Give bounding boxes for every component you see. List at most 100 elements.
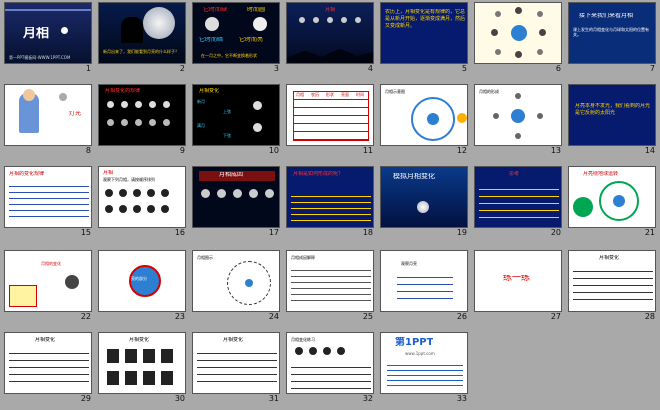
slide-thumbnail-32[interactable]: 月相变化练习 (286, 332, 374, 394)
slide-thumbnail-30[interactable]: 月相变化 (98, 332, 186, 394)
slide-number: 3 (273, 64, 279, 73)
moon-icon (253, 17, 267, 31)
slide-title: 月相是如何形成的呢？ (293, 171, 344, 177)
slide-cell: 月相变化 31 (192, 332, 283, 404)
slide-thumbnail-18[interactable]: 月相是如何形成的呢？ (286, 166, 374, 228)
slide-text: 月相的变化规律 (9, 171, 45, 177)
phase-label: 它时而缺 (203, 7, 228, 13)
moon-icon (515, 93, 521, 99)
slide-thumbnail-23[interactable]: 亮的部分 (98, 250, 186, 312)
slide-number: 29 (80, 394, 91, 403)
slide-thumbnail-4[interactable]: 月相 (286, 2, 374, 64)
text-lines (197, 347, 277, 387)
slide-title: 月相 (23, 27, 50, 41)
table-header: 农历 (311, 92, 319, 97)
slide-text: 月相变化练习 (291, 337, 315, 342)
moon-photo (143, 349, 155, 363)
phase-label: 上弦 (223, 109, 231, 114)
slide-thumbnail-21[interactable]: 月亮绕地球运转 (568, 166, 656, 228)
slide-text: 月相图示 (197, 255, 213, 260)
slide-thumbnail-25[interactable]: 月相成因解释 (286, 250, 374, 312)
slide-thumbnail-3[interactable]: 它时而缺 时而圆 它时而暗 它时而亮 在一月之中，它不断变换着形状 (192, 2, 280, 64)
slide-number: 25 (362, 312, 373, 321)
slide-cell: 观察月亮 26 (380, 250, 471, 322)
slide-thumbnail-13[interactable]: 月相的形成 (474, 84, 562, 146)
moon-photo (161, 349, 173, 363)
phase-label: 满月 (197, 123, 205, 128)
slide-footer: 在一月之中，它不断变换着形状 (201, 53, 257, 58)
earth-icon (511, 25, 527, 41)
text-lines (397, 271, 453, 299)
slide-text: 新月出来了，我们能看到月亮的什么样子？ (103, 49, 179, 54)
slide-thumbnail-29[interactable]: 月相变化 (4, 332, 92, 394)
slide-thumbnail-6[interactable] (474, 2, 562, 64)
text-lines (291, 191, 371, 223)
slide-cell: 月亮绕地球运转 21 (568, 166, 659, 238)
earth-icon (427, 113, 439, 125)
slide-number: 5 (461, 64, 467, 73)
moon-icon (119, 205, 127, 213)
slide-number: 13 (550, 146, 561, 155)
earth-icon (245, 279, 253, 287)
slide-sorter: 月相 第一PPT模板网-WWW.1PPT.COM 1 新月出来了，我们能看到月亮… (0, 0, 660, 410)
slide-number: 15 (80, 228, 91, 237)
slide-number: 1 (85, 64, 91, 73)
text-lines (573, 265, 653, 305)
phase-label: 时而圆 (247, 7, 266, 13)
moon-icon (495, 49, 501, 55)
slide-title: 月相变化的规律 (105, 88, 141, 94)
slide-title: 接下来我们来看月相 (579, 13, 634, 19)
slide-thumbnail-15[interactable]: 月相的变化规律 (4, 166, 92, 228)
slide-thumbnail-14[interactable]: 月亮本身不发光，我们看到的月光是它反射的太阳光 (568, 84, 656, 146)
moon-icon (119, 189, 127, 197)
slide-cell: 亮的部分 23 (98, 250, 189, 322)
slide-cell: 模拟月相变化 19 (380, 166, 471, 238)
slide-thumbnail-16[interactable]: 月相 观察下列月相，请按顺序排列 (98, 166, 186, 228)
slide-title: 月相变化 (129, 337, 150, 343)
moon-icon (205, 17, 219, 31)
slide-cell: 6 (474, 2, 565, 74)
slide-thumbnail-24[interactable]: 月相图示 (192, 250, 280, 312)
moon-icon (491, 29, 498, 36)
slide-thumbnail-12[interactable]: 月相示意图 (380, 84, 468, 146)
slide-thumbnail-17[interactable]: 月相成因 (192, 166, 280, 228)
slide-number: 6 (555, 64, 561, 73)
slide-thumbnail-19[interactable]: 模拟月相变化 (380, 166, 468, 228)
slide-text: 月相成因解释 (291, 255, 315, 260)
slide-thumbnail-33[interactable]: 第1PPT www.1ppt.com (380, 332, 468, 394)
table-header: 形状 (326, 92, 334, 97)
slide-thumbnail-27[interactable]: 练一练 (474, 250, 562, 312)
slide-thumbnail-28[interactable]: 月相变化 (568, 250, 656, 312)
moon-icon (147, 205, 155, 213)
slide-cell: 月亮本身不发光，我们看到的月光是它反射的太阳光 14 (568, 84, 659, 156)
slide-thumbnail-22[interactable]: 月相的变化 (4, 250, 92, 312)
slide-thumbnail-10[interactable]: 月相变化 新月 上弦 满月 下弦 (192, 84, 280, 146)
slide-cell: 月相 观察下列月相，请按顺序排列 16 (98, 166, 189, 238)
head-icon (23, 89, 35, 101)
slide-thumbnail-2[interactable]: 新月出来了，我们能看到月亮的什么样子？ (98, 2, 186, 64)
slide-thumbnail-5[interactable]: 农历上，月相变化是有规律的，它总是从新月开始，逐渐变成满月，然后又变成新月。 (380, 2, 468, 64)
slide-number: 20 (550, 228, 561, 237)
moon-icon (327, 17, 333, 23)
slide-thumbnail-7[interactable]: 接下来我们来看月相 课上发生的月相变化与月球和太阳的位置有关。 (568, 2, 656, 64)
slide-title: 月相变化 (223, 337, 244, 343)
moon-icon (323, 347, 331, 355)
slide-cell: 月相是如何形成的呢？ 18 (286, 166, 377, 238)
table (293, 91, 369, 141)
slide-thumbnail-1[interactable]: 月相 第一PPT模板网-WWW.1PPT.COM (4, 2, 92, 64)
moon-icon (493, 113, 499, 119)
slide-thumbnail-31[interactable]: 月相变化 (192, 332, 280, 394)
slide-thumbnail-9[interactable]: 月相变化的规律 (98, 84, 186, 146)
slide-thumbnail-8[interactable]: 灯光 (4, 84, 92, 146)
slide-title: 月亮绕地球运转 (583, 171, 619, 177)
earth-icon (613, 195, 625, 207)
slide-number: 14 (644, 146, 655, 155)
slide-thumbnail-11[interactable]: 月相 农历 形状 亮面 时间 (286, 84, 374, 146)
slide-thumbnail-20[interactable]: 思考 (474, 166, 562, 228)
slide-number: 8 (85, 146, 91, 155)
moon-icon (147, 189, 155, 197)
slide-number: 32 (362, 394, 373, 403)
slide-thumbnail-26[interactable]: 观察月亮 (380, 250, 468, 312)
moon-icon (217, 189, 226, 198)
moon-icon (515, 7, 522, 14)
